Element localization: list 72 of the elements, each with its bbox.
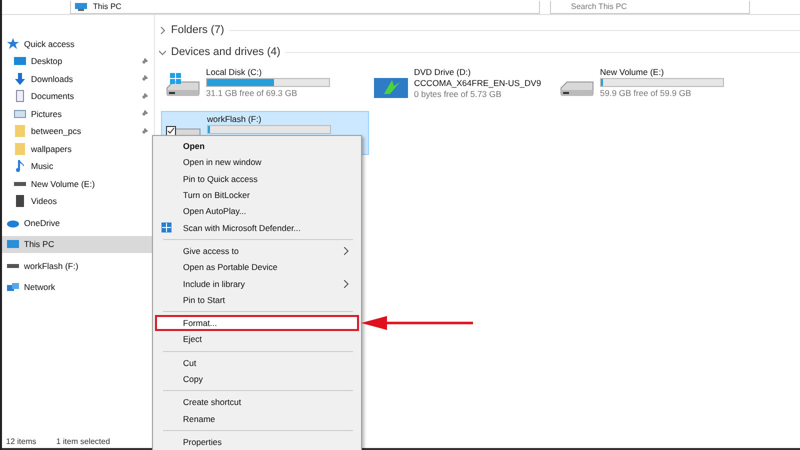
- drive-tile[interactable]: DVD Drive (D:) CCCOMA_X64FRE_EN-US_DV9 0 bytes free of 5.73 GB: [369, 65, 555, 107]
- menu-item[interactable]: Give access to: [155, 242, 359, 260]
- pin-icon[interactable]: [141, 92, 148, 100]
- menu-item[interactable]: Open AutoPlay...: [155, 203, 359, 220]
- folder-icon: [14, 125, 26, 138]
- menu-item[interactable]: Pin to Quick access: [155, 170, 359, 187]
- menu-item[interactable]: Copy: [155, 370, 359, 388]
- drive-space: 31.1 GB free of 69.3 GB: [206, 88, 298, 98]
- sidebar-item[interactable]: Music: [2, 158, 154, 175]
- pin-icon[interactable]: [141, 58, 148, 65]
- sidebar-item[interactable]: Documents: [2, 88, 154, 105]
- folder-icon: [14, 142, 26, 155]
- menu-item[interactable]: Properties: [155, 434, 359, 450]
- menu-item[interactable]: Pin to Start: [155, 292, 359, 308]
- menu-item[interactable]: Create shortcut: [155, 394, 359, 410]
- sidebar-item[interactable]: This PC: [2, 236, 154, 253]
- menu-item[interactable]: Include in library: [155, 275, 359, 292]
- chevron-icon: [159, 48, 166, 56]
- shield-icon: [161, 222, 172, 234]
- sidebar-item[interactable]: OneDrive: [2, 214, 154, 232]
- sidebar-item[interactable]: Videos: [2, 192, 154, 210]
- pin-icon[interactable]: [141, 75, 148, 82]
- chevron-icon: [344, 246, 349, 255]
- drive-name: workFlash (F:): [207, 114, 262, 124]
- drive-space: 59.9 GB free of 59.9 GB: [600, 88, 692, 98]
- picture-icon: [14, 108, 26, 120]
- music-icon: [14, 160, 26, 172]
- menu-item[interactable]: Format...: [155, 314, 359, 332]
- drive-name: DVD Drive (D:): [414, 67, 471, 77]
- checkbox[interactable]: [166, 126, 176, 136]
- section-header[interactable]: Devices and drives (4): [155, 41, 800, 63]
- sidebar-item[interactable]: Pictures: [2, 105, 154, 122]
- sidebar-item[interactable]: wallpapers: [2, 140, 154, 158]
- sidebar-item[interactable]: between_pcs: [2, 122, 154, 140]
- item-count: 12 items: [6, 437, 36, 448]
- document-icon: [14, 90, 26, 102]
- drive-icon: [14, 182, 26, 186]
- menu-item[interactable]: Rename: [155, 410, 359, 427]
- address-bar[interactable]: This PC: [70, 0, 540, 14]
- pc-icon: [7, 238, 19, 250]
- selection-count: 1 item selected: [56, 437, 110, 448]
- desktop-icon: [14, 55, 26, 68]
- pin-icon[interactable]: [141, 110, 148, 118]
- menu-item[interactable]: Turn on BitLocker: [155, 186, 359, 204]
- drive-label: CCCOMA_X64FRE_EN-US_DV9: [414, 78, 542, 88]
- drive-tile[interactable]: New Volume (E:) 59.9 GB free of 59.9 GB: [555, 65, 755, 107]
- sidebar-item[interactable]: Network: [2, 278, 154, 296]
- chevron-icon: [159, 26, 166, 34]
- drive-tile[interactable]: Local Disk (C:) 31.1 GB free of 69.3 GB: [161, 65, 369, 107]
- pin-icon[interactable]: [141, 128, 148, 135]
- sidebar-item[interactable]: workFlash (F:): [2, 257, 154, 274]
- menu-item[interactable]: Eject: [155, 331, 359, 348]
- menu-item[interactable]: Open as Portable Device: [155, 259, 359, 276]
- section-header[interactable]: Folders (7): [155, 19, 800, 41]
- search-field[interactable]: Search This PC: [550, 0, 750, 14]
- sidebar-item[interactable]: Desktop: [2, 52, 154, 70]
- drive-name: New Volume (E:): [600, 67, 664, 77]
- download-icon: [14, 72, 26, 85]
- sidebar-item[interactable]: Quick access: [2, 35, 154, 52]
- drive-name: Local Disk (C:): [206, 67, 262, 77]
- drive-icon: [7, 264, 19, 268]
- star-icon: [7, 38, 19, 50]
- menu-item[interactable]: Open in new window: [155, 154, 359, 171]
- sidebar-item[interactable]: Downloads: [2, 70, 154, 88]
- network-icon: [7, 281, 19, 294]
- menu-item[interactable]: Scan with Microsoft Defender...: [155, 219, 359, 236]
- chevron-icon: [344, 280, 349, 288]
- computer-icon: [75, 2, 87, 10]
- menu-item[interactable]: Cut: [155, 354, 359, 371]
- sidebar-item[interactable]: New Volume (E:): [2, 175, 154, 192]
- video-icon: [14, 195, 26, 208]
- drive-space: 0 bytes free of 5.73 GB: [414, 89, 502, 99]
